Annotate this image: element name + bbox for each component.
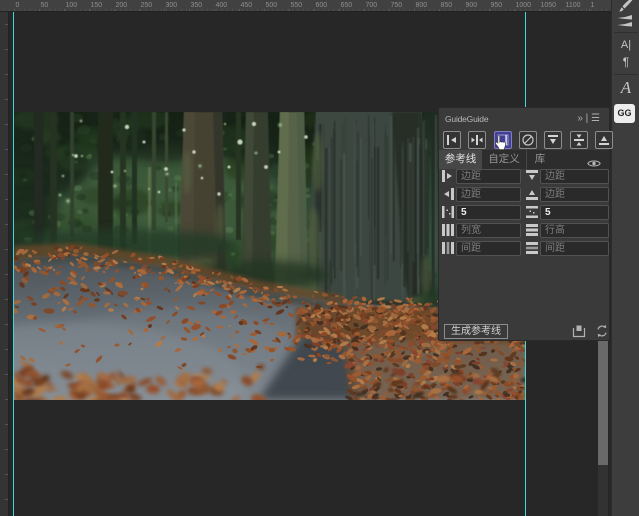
svg-text:A: A <box>620 78 632 97</box>
